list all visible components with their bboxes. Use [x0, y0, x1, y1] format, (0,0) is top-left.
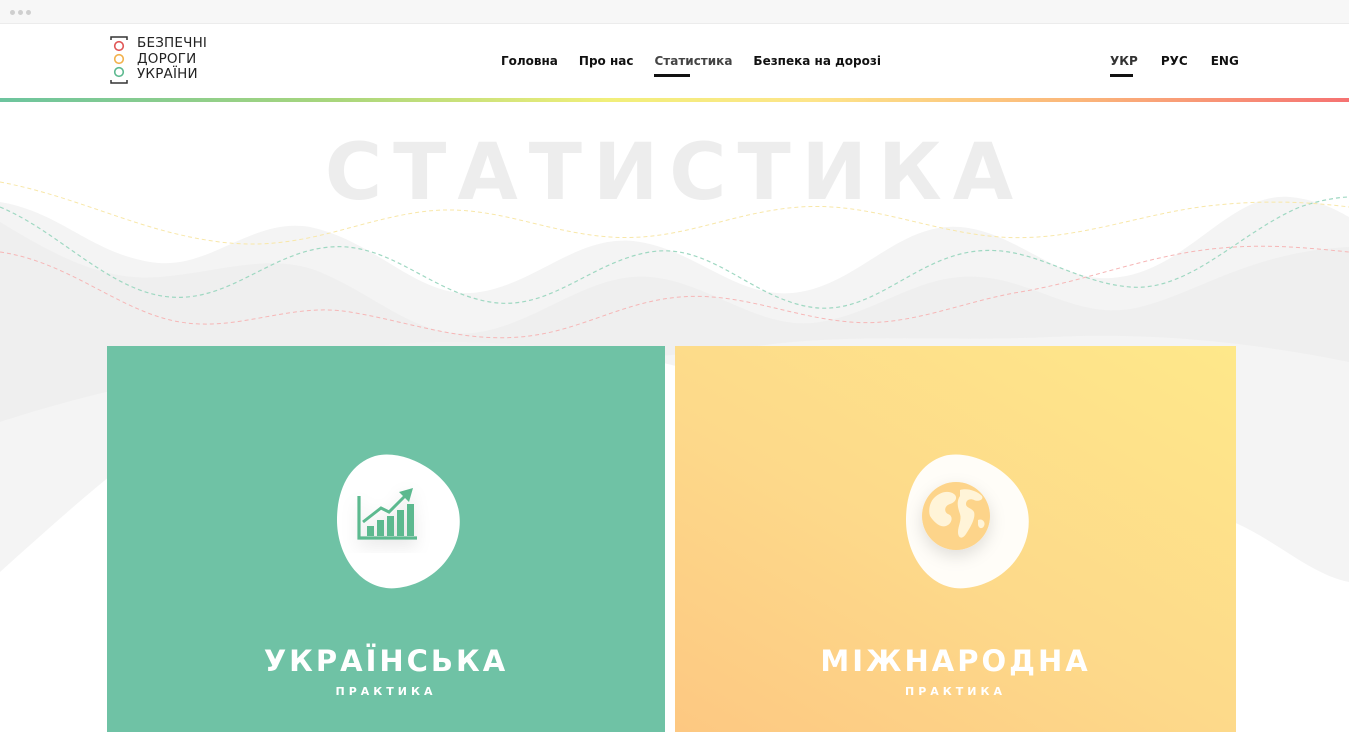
nav-item-statistics[interactable]: Статистика: [654, 54, 732, 77]
ukrainian-practice-card[interactable]: УКРАЇНСЬКА ПРАКТИКА: [107, 346, 665, 732]
nav-item-home[interactable]: Головна: [501, 54, 558, 77]
language-switcher: УКР РУС ENG: [1110, 54, 1239, 77]
nav-item-road-safety[interactable]: Безпека на дорозі: [753, 54, 881, 77]
browser-chrome: [0, 0, 1349, 24]
lang-eng[interactable]: ENG: [1211, 54, 1239, 77]
site-logo[interactable]: БЕЗПЕЧНІ ДОРОГИ УКРАЇНИ: [108, 35, 208, 84]
international-practice-card[interactable]: МІЖНАРОДНА ПРАКТИКА: [675, 346, 1236, 732]
site-header: БЕЗПЕЧНІ ДОРОГИ УКРАЇНИ Головна Про нас …: [0, 24, 1349, 98]
logo-line: ДОРОГИ: [137, 50, 197, 67]
main-nav: Головна Про нас Статистика Безпека на до…: [501, 54, 881, 77]
page-title: СТАТИСТИКА: [324, 128, 1025, 218]
logo-text: БЕЗПЕЧНІ ДОРОГИ УКРАЇНИ: [137, 35, 208, 83]
window-dots: [10, 10, 31, 15]
card-title: МІЖНАРОДНА: [820, 644, 1091, 678]
lang-rus[interactable]: РУС: [1161, 54, 1188, 77]
growth-chart-icon: [337, 454, 460, 589]
card-subtitle: ПРАКТИКА: [335, 685, 437, 698]
logo-line: УКРАЇНИ: [137, 66, 198, 82]
nav-item-about[interactable]: Про нас: [579, 54, 634, 77]
logo-line: БЕЗПЕЧНІ: [137, 35, 208, 51]
lang-ukr[interactable]: УКР: [1110, 54, 1138, 77]
card-title: УКРАЇНСЬКА: [263, 644, 509, 678]
globe-icon: [906, 454, 1029, 589]
card-subtitle: ПРАКТИКА: [905, 685, 1006, 698]
traffic-light-icon: [110, 36, 128, 84]
